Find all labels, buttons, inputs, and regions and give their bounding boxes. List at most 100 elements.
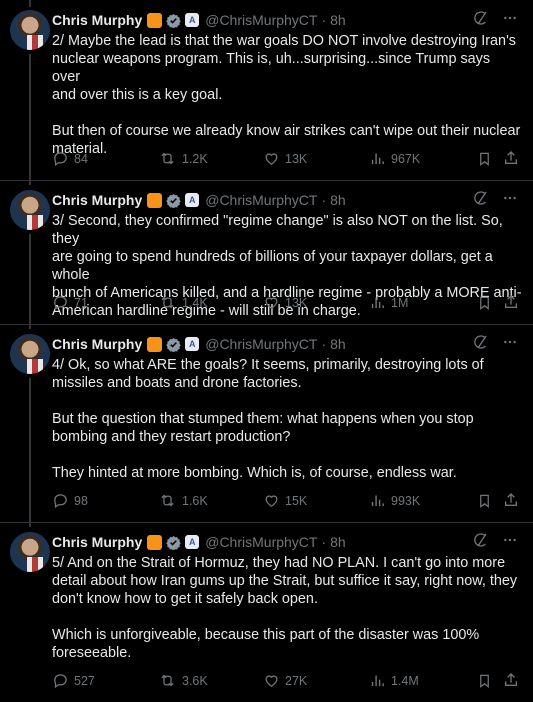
- separator-dot: ·: [321, 192, 327, 208]
- like-button[interactable]: 15K: [263, 492, 307, 509]
- verified-badge-icon: [166, 13, 181, 28]
- author-handle[interactable]: @ChrisMurphyCT: [205, 534, 317, 550]
- separator-dot: ·: [321, 534, 327, 550]
- tweet-actions: 71 1.4K 13K 1M: [52, 294, 522, 312]
- like-button[interactable]: 13K: [263, 150, 307, 167]
- like-count: 13K: [285, 295, 308, 310]
- repost-count: 1.6K: [182, 493, 208, 508]
- author-name[interactable]: Chris Murphy: [52, 12, 142, 28]
- tweet-text: 4/ Ok, so what ARE the goals? It seems, …: [52, 357, 484, 481]
- views-icon: [371, 153, 384, 165]
- orange-badge-icon: [147, 336, 163, 352]
- bookmark-icon[interactable]: [477, 151, 492, 172]
- like-button[interactable]: 13K: [263, 294, 307, 311]
- tweet-top-icons: [472, 532, 518, 552]
- orange-badge-icon: [147, 192, 163, 208]
- like-count: 15K: [285, 493, 308, 508]
- thread-line: [29, 54, 31, 185]
- tweet-text: 2/ Maybe the lead is that the war goals …: [52, 33, 521, 157]
- views-button[interactable]: 1.4M: [369, 672, 419, 689]
- timestamp[interactable]: 8h: [330, 336, 346, 352]
- view-count: 1M: [391, 295, 409, 310]
- grok-icon[interactable]: [472, 334, 488, 355]
- views-button[interactable]: 993K: [369, 492, 420, 509]
- timestamp[interactable]: 8h: [330, 192, 346, 208]
- repost-button[interactable]: 3.6K: [158, 672, 208, 689]
- reply-button[interactable]: 71: [52, 294, 88, 311]
- reply-count: 71: [74, 295, 88, 310]
- government-badge-icon: A: [185, 337, 200, 351]
- avatar[interactable]: [10, 190, 50, 230]
- tweet-actions: 84 1.2K 13K 967K: [52, 150, 522, 168]
- author-handle[interactable]: @ChrisMurphyCT: [205, 12, 317, 28]
- reply-button[interactable]: 84: [52, 150, 88, 167]
- share-icon[interactable]: [503, 672, 519, 693]
- orange-badge-icon: [147, 12, 163, 28]
- repost-icon: [161, 152, 174, 165]
- thread-line: [29, 378, 31, 527]
- share-icon[interactable]: [503, 150, 519, 171]
- views-icon: [371, 495, 384, 507]
- repost-button[interactable]: 1.2K: [158, 150, 208, 167]
- author-name[interactable]: Chris Murphy: [52, 192, 142, 208]
- reply-count: 84: [74, 151, 88, 166]
- avatar[interactable]: [10, 10, 50, 50]
- views-icon: [371, 297, 384, 309]
- avatar[interactable]: [10, 532, 50, 572]
- grok-icon[interactable]: [472, 190, 488, 211]
- share-icon[interactable]: [503, 492, 519, 513]
- author-handle[interactable]: @ChrisMurphyCT: [205, 336, 317, 352]
- tweet-divider: [0, 324, 533, 325]
- author-name[interactable]: Chris Murphy: [52, 534, 142, 550]
- more-icon[interactable]: [502, 334, 518, 355]
- separator-dot: ·: [321, 12, 327, 28]
- repost-button[interactable]: 1.6K: [158, 492, 208, 509]
- tweet-text: 5/ And on the Strait of Hormuz, they had…: [52, 555, 518, 661]
- reply-button[interactable]: 98: [52, 492, 88, 509]
- thread-line: [29, 0, 31, 7]
- author-handle[interactable]: @ChrisMurphyCT: [205, 192, 317, 208]
- like-button[interactable]: 27K: [263, 672, 307, 689]
- tweet-header: Chris Murphy A @ChrisMurphyCT · 8h: [52, 334, 346, 354]
- repost-count: 1.4K: [182, 295, 208, 310]
- repost-icon: [161, 494, 174, 507]
- more-icon[interactable]: [502, 10, 518, 31]
- view-count: 993K: [391, 493, 421, 508]
- orange-badge-icon: [147, 534, 163, 550]
- reply-icon: [54, 296, 67, 311]
- views-button[interactable]: 967K: [369, 150, 420, 167]
- avatar[interactable]: [10, 334, 50, 374]
- views-button[interactable]: 1M: [369, 294, 408, 311]
- grok-icon[interactable]: [472, 10, 488, 31]
- tweet-top-icons: [472, 10, 518, 30]
- thread-line: [29, 234, 31, 329]
- government-badge-icon: A: [185, 193, 200, 207]
- bookmark-icon[interactable]: [477, 673, 492, 694]
- tweet-top-icons: [472, 334, 518, 354]
- tweet-actions: 98 1.6K 15K 993K: [52, 492, 522, 510]
- reply-button[interactable]: 527: [52, 672, 95, 689]
- repost-icon: [161, 296, 174, 309]
- more-icon[interactable]: [502, 532, 518, 553]
- timestamp[interactable]: 8h: [330, 12, 346, 28]
- tweet-header: Chris Murphy A @ChrisMurphyCT · 8h: [52, 532, 346, 552]
- more-icon[interactable]: [502, 190, 518, 211]
- grok-icon[interactable]: [472, 532, 488, 553]
- tweet-divider: [0, 180, 533, 181]
- tweet-actions: 527 3.6K 27K 1.4M: [52, 672, 522, 690]
- like-count: 27K: [285, 673, 308, 688]
- bookmark-icon[interactable]: [477, 295, 492, 316]
- bookmark-icon[interactable]: [477, 493, 492, 514]
- verified-badge-icon: [166, 535, 181, 550]
- author-name[interactable]: Chris Murphy: [52, 336, 142, 352]
- tweet-header: Chris Murphy A @ChrisMurphyCT · 8h: [52, 10, 346, 30]
- repost-button[interactable]: 1.4K: [158, 294, 208, 311]
- reply-icon: [54, 152, 67, 167]
- reply-count: 527: [74, 673, 95, 688]
- share-icon[interactable]: [503, 294, 519, 315]
- view-count: 1.4M: [391, 673, 419, 688]
- views-icon: [371, 675, 384, 687]
- tweet-divider: [0, 522, 533, 523]
- like-icon: [265, 153, 278, 165]
- timestamp[interactable]: 8h: [330, 534, 346, 550]
